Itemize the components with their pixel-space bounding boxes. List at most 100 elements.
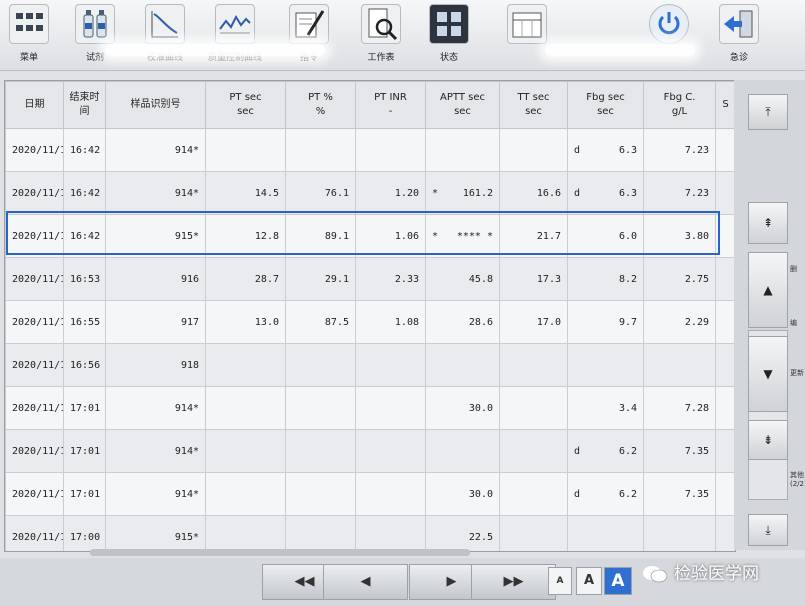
scroll-top-button[interactable]: ⤒	[748, 94, 788, 130]
result-value: 30.0	[468, 488, 493, 500]
cell-end-time: 17:01	[63, 472, 106, 516]
table-row[interactable]: 2020/11/1016:56918	[5, 343, 735, 387]
table-row[interactable]: 2020/11/1017:01914* 30.0 3.4 7.28	[5, 386, 735, 430]
toolbar-power-button[interactable]	[640, 2, 698, 66]
cell-tt: 16.6	[499, 171, 568, 215]
column-header-fbg-sec[interactable]: Fbg sec sec	[567, 81, 644, 129]
side-label[interactable]: 编	[790, 318, 797, 328]
horizontal-scrollbar[interactable]	[90, 549, 470, 556]
cell-sample-id: 917	[105, 300, 206, 344]
side-label[interactable]: 删	[790, 264, 797, 274]
cell-end-time: 17:00	[63, 515, 106, 551]
cell-pt-inr	[355, 515, 426, 551]
table-row[interactable]: 2020/11/1017:01914* 30.0 d 6.2 7.35	[5, 472, 735, 516]
cell-s	[715, 257, 735, 301]
cell-end-time: 16:42	[63, 128, 106, 172]
column-header-end-time[interactable]: 结束时间	[63, 81, 106, 129]
toolbar-label: 菜单	[19, 53, 38, 63]
column-header-s[interactable]: S	[715, 81, 735, 129]
cell-fbg-sec: 6.0	[567, 214, 644, 258]
page-up-button[interactable]: ⇞	[748, 202, 788, 244]
column-header-pt-inr[interactable]: PT INR -	[355, 81, 426, 129]
cell-aptt: 45.8	[425, 257, 500, 301]
cell-aptt	[425, 343, 500, 387]
cell-sample-id: 915*	[105, 515, 206, 551]
cell-end-time: 17:01	[63, 386, 106, 430]
toolbar-menu-button[interactable]: 菜单	[0, 2, 58, 66]
cell-pt-sec	[205, 472, 286, 516]
side-label[interactable]: 其他	[790, 470, 804, 480]
cell-tt	[499, 386, 568, 430]
double-arrow-right-icon: ▶▶	[503, 574, 524, 589]
cell-fbg-sec: d 6.3	[567, 171, 644, 215]
column-header-date[interactable]: 日期	[5, 81, 64, 129]
cell-end-time: 17:01	[63, 429, 106, 473]
page-down-button[interactable]: ⇟	[748, 420, 788, 460]
toolbar-reagent-button[interactable]: 试剂	[66, 2, 124, 66]
cell-sample-id: 914*	[105, 171, 206, 215]
cell-pt-inr	[355, 429, 426, 473]
result-value: 6.3	[618, 187, 637, 199]
table-row[interactable]: 2020/11/1016:42915*12.889.11.06 * **** * 21…	[5, 214, 735, 258]
table-row[interactable]: 2020/11/1016:5591713.087.51.08 28.6 17.0 9.…	[5, 300, 735, 344]
double-arrow-left-icon: ◀◀	[294, 574, 315, 589]
result-value: 45.8	[468, 273, 493, 285]
table-row[interactable]: 2020/11/1017:01914* d 6.2 7.35	[5, 429, 735, 473]
column-header-pt-pct[interactable]: PT %%	[285, 81, 356, 129]
cell-pt-pct	[285, 343, 356, 387]
cell-fbg-sec	[567, 343, 644, 387]
cell-fbg-sec: d 6.2	[567, 472, 644, 516]
toolbar-status-button[interactable]: 状态	[420, 2, 478, 66]
cell-pt-pct: 29.1	[285, 257, 356, 301]
cell-pt-sec: 14.5	[205, 171, 286, 215]
cell-fbg-sec: d 6.3	[567, 128, 644, 172]
table-row[interactable]: 2020/11/1016:5391628.729.12.33 45.8 17.3 8.…	[5, 257, 735, 301]
toolbar-qc-button[interactable]: 质量控制曲线	[206, 2, 264, 66]
cell-fbg-conc: 7.23	[643, 128, 716, 172]
result-flag: d	[574, 187, 581, 199]
cell-end-time: 16:42	[63, 171, 106, 215]
cell-pt-sec: 12.8	[205, 214, 286, 258]
toolbar-calendar-button[interactable]	[498, 2, 556, 66]
scroll-down-button[interactable]: ▼	[748, 336, 788, 412]
column-header-tt-sec[interactable]: TT sec sec	[499, 81, 568, 129]
cell-tt	[499, 343, 568, 387]
column-header-fbg-conc[interactable]: Fbg C. g/L	[643, 81, 716, 129]
prev-page-button[interactable]: ◀	[323, 564, 408, 600]
font-size-medium-button[interactable]: A	[576, 567, 602, 595]
toolbar-label: 工作表	[367, 53, 395, 63]
result-value: 8.2	[618, 273, 637, 285]
result-flag: *	[432, 187, 439, 199]
screen-glare	[105, 44, 325, 56]
cell-date: 2020/11/10	[5, 386, 64, 430]
cell-tt	[499, 429, 568, 473]
cell-pt-inr	[355, 472, 426, 516]
column-header-aptt-sec[interactable]: APTT sec sec	[425, 81, 500, 129]
qc-chart-icon	[215, 4, 255, 44]
table-row[interactable]: 2020/11/1016:42914* d 6.3 7.23	[5, 128, 735, 172]
cell-aptt: 28.6	[425, 300, 500, 344]
table-row[interactable]: 2020/11/1016:42914*14.576.11.20 * 161.2 16.…	[5, 171, 735, 215]
cell-end-time: 16:55	[63, 300, 106, 344]
font-size-large-button[interactable]: A	[604, 567, 632, 595]
toolbar-calibration-button[interactable]: 校准曲线	[136, 2, 194, 66]
reagent-bottles-icon	[75, 4, 115, 44]
font-size-small-button[interactable]: A	[548, 567, 572, 595]
side-label[interactable]: 更新	[790, 368, 804, 378]
toolbar-order-button[interactable]: 指令	[280, 2, 338, 66]
cell-pt-sec	[205, 343, 286, 387]
cell-tt	[499, 128, 568, 172]
scroll-up-button[interactable]: ▲	[748, 252, 788, 328]
toolbar-worksheet-button[interactable]: 工作表	[352, 2, 410, 66]
table-row[interactable]: 2020/11/1017:00915* 22.5	[5, 515, 735, 551]
cell-pt-sec	[205, 128, 286, 172]
cell-pt-pct	[285, 472, 356, 516]
arrow-up-icon: ▲	[763, 283, 773, 297]
cell-tt: 17.3	[499, 257, 568, 301]
last-page-button[interactable]: ▶▶	[471, 564, 556, 600]
scroll-bottom-button[interactable]: ⤓	[748, 514, 788, 546]
column-header-sample-id[interactable]: 样品识别号	[105, 81, 206, 129]
toolbar-stat-button[interactable]: 急诊	[710, 2, 768, 66]
column-header-pt-sec[interactable]: PT sec sec	[205, 81, 286, 129]
cell-pt-pct	[285, 386, 356, 430]
